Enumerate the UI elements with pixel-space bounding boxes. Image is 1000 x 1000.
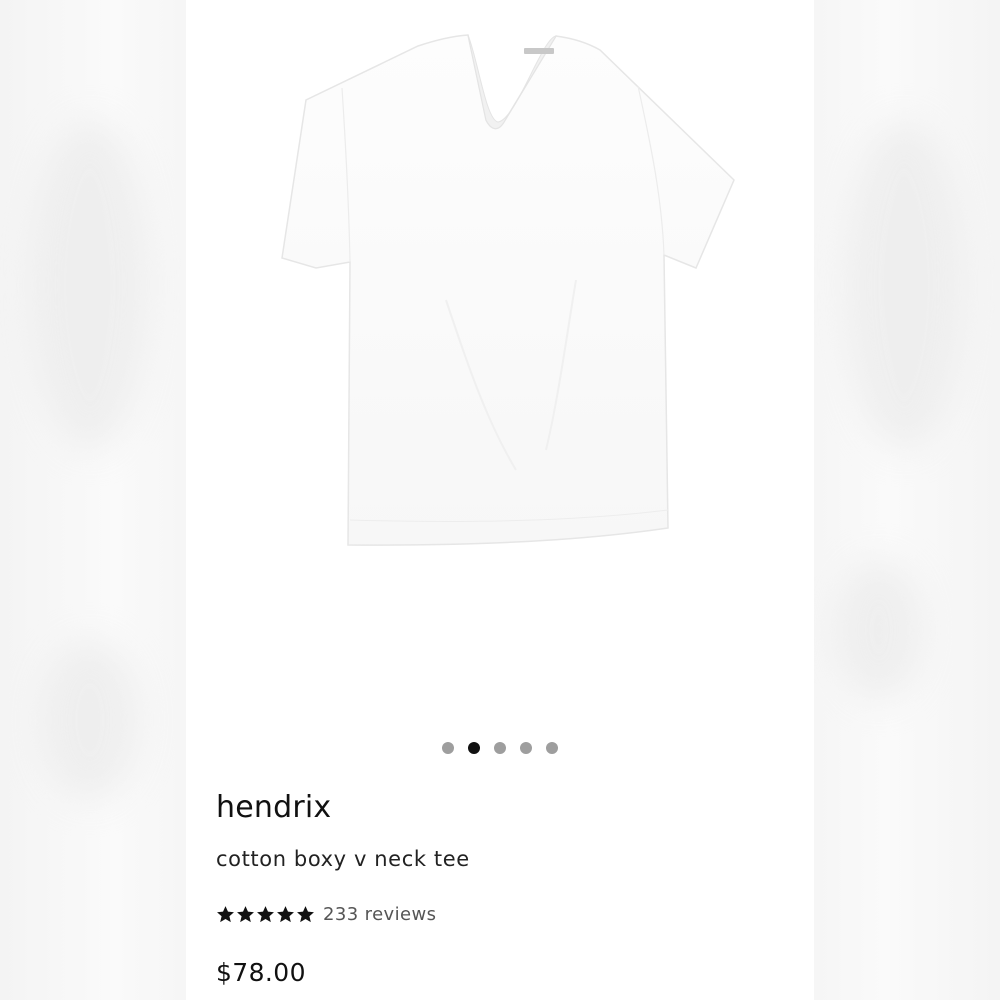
product-card: hendrix cotton boxy v neck tee 233 revie… [186, 0, 814, 1000]
tshirt-image [281, 34, 735, 546]
rating-row[interactable]: 233 reviews [216, 900, 436, 928]
product-title: cotton boxy v neck tee [216, 847, 470, 871]
product-page: hendrix cotton boxy v neck tee 233 revie… [0, 0, 1000, 1000]
star-icon [297, 905, 314, 922]
carousel-dots [186, 740, 814, 756]
star-icon [217, 905, 234, 922]
carousel-dot-1[interactable] [442, 742, 454, 754]
carousel-dot-3[interactable] [494, 742, 506, 754]
product-image[interactable] [186, 0, 814, 720]
carousel-dot-4[interactable] [520, 742, 532, 754]
star-icon [237, 905, 254, 922]
product-price: $78.00 [216, 958, 306, 987]
star-icon [277, 905, 294, 922]
carousel-dot-2[interactable] [468, 742, 480, 754]
reviews-count[interactable]: 233 reviews [323, 904, 436, 925]
star-rating [216, 905, 315, 924]
right-blurred-background [814, 0, 1000, 1000]
brand-name[interactable]: hendrix [216, 790, 331, 825]
carousel-dot-5[interactable] [546, 742, 558, 754]
star-icon [257, 905, 274, 922]
left-blurred-background [0, 0, 186, 1000]
